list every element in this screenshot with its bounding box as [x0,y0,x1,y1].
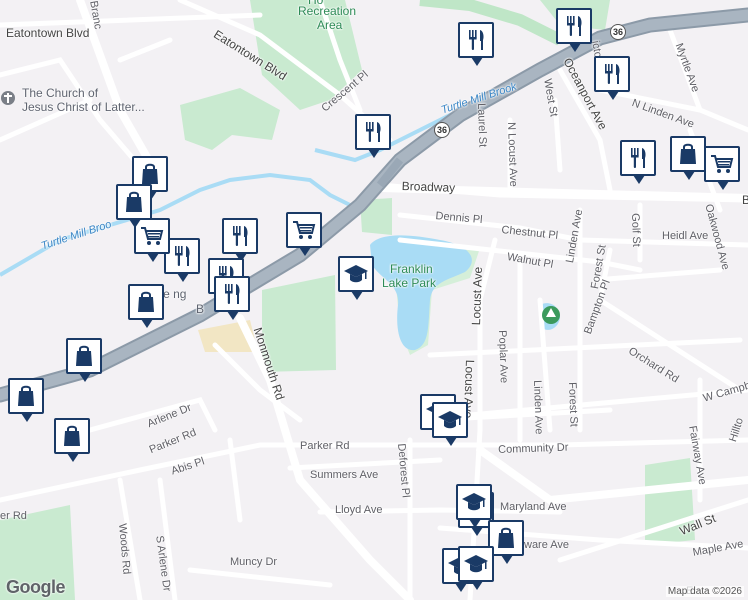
grocery-marker[interactable] [286,212,322,256]
street-label: Eatontown Blvd [6,26,90,40]
poi-label-church-2: Jesus Christ of Latter... [22,100,145,114]
school-marker[interactable] [432,402,468,446]
restaurant-marker[interactable] [458,22,494,66]
restaurant-marker[interactable] [214,276,250,320]
street-label: N Locust Ave [505,121,520,187]
store-marker[interactable] [66,338,102,382]
poi-label-town-2: B [196,302,205,316]
street-label: Linden Ave [531,379,545,435]
poi-label-church-1: The Church of [22,86,99,100]
school-marker[interactable] [456,484,492,528]
street-label: Forest St [566,381,580,427]
park-label-lake-park: Lake Park [382,276,437,290]
store-marker[interactable] [54,418,90,462]
school-marker[interactable] [458,546,494,590]
map-canvas[interactable]: 36 36 Ho Recreation Area Franklin Lake P… [0,0,748,600]
store-marker[interactable] [116,184,152,228]
google-logo[interactable]: Google [6,577,66,598]
map-attribution[interactable]: Map data ©2026 [665,586,744,597]
store-marker[interactable] [8,378,44,422]
street-label: Broadway [401,179,456,195]
restaurant-marker[interactable] [355,114,391,158]
grocery-marker[interactable] [704,146,740,190]
store-marker[interactable] [128,284,164,328]
street-label: Muncy Dr [230,556,278,568]
restaurant-marker[interactable] [556,8,592,52]
street-label: Lloyd Ave [335,504,383,516]
street-label: Poplar Ave [496,329,510,384]
street-label: Locust Ave [469,266,486,326]
park-label-recreation: Recreation [298,4,357,18]
park-label-area: Area [317,18,343,32]
route-36-shield: 36 [610,24,626,40]
park-label-franklin: Franklin [390,262,433,276]
street-label: Summers Ave [310,469,379,481]
street-label: Maryland Ave [500,501,567,513]
restaurant-marker[interactable] [620,140,656,184]
route-36-shield: 36 [434,122,450,138]
street-label: B [742,193,748,207]
store-marker[interactable] [670,136,706,180]
restaurant-marker[interactable] [594,56,630,100]
street-label: Golf St [629,212,643,247]
street-label: Parker Rd [300,440,350,452]
street-label: er Rd [0,510,27,522]
school-marker[interactable] [338,256,374,300]
street-label: Laurel St [475,102,489,148]
street-label: ware Ave [524,539,570,551]
street-label: Heidl Ave [662,230,709,242]
restaurant-marker[interactable] [222,218,258,262]
